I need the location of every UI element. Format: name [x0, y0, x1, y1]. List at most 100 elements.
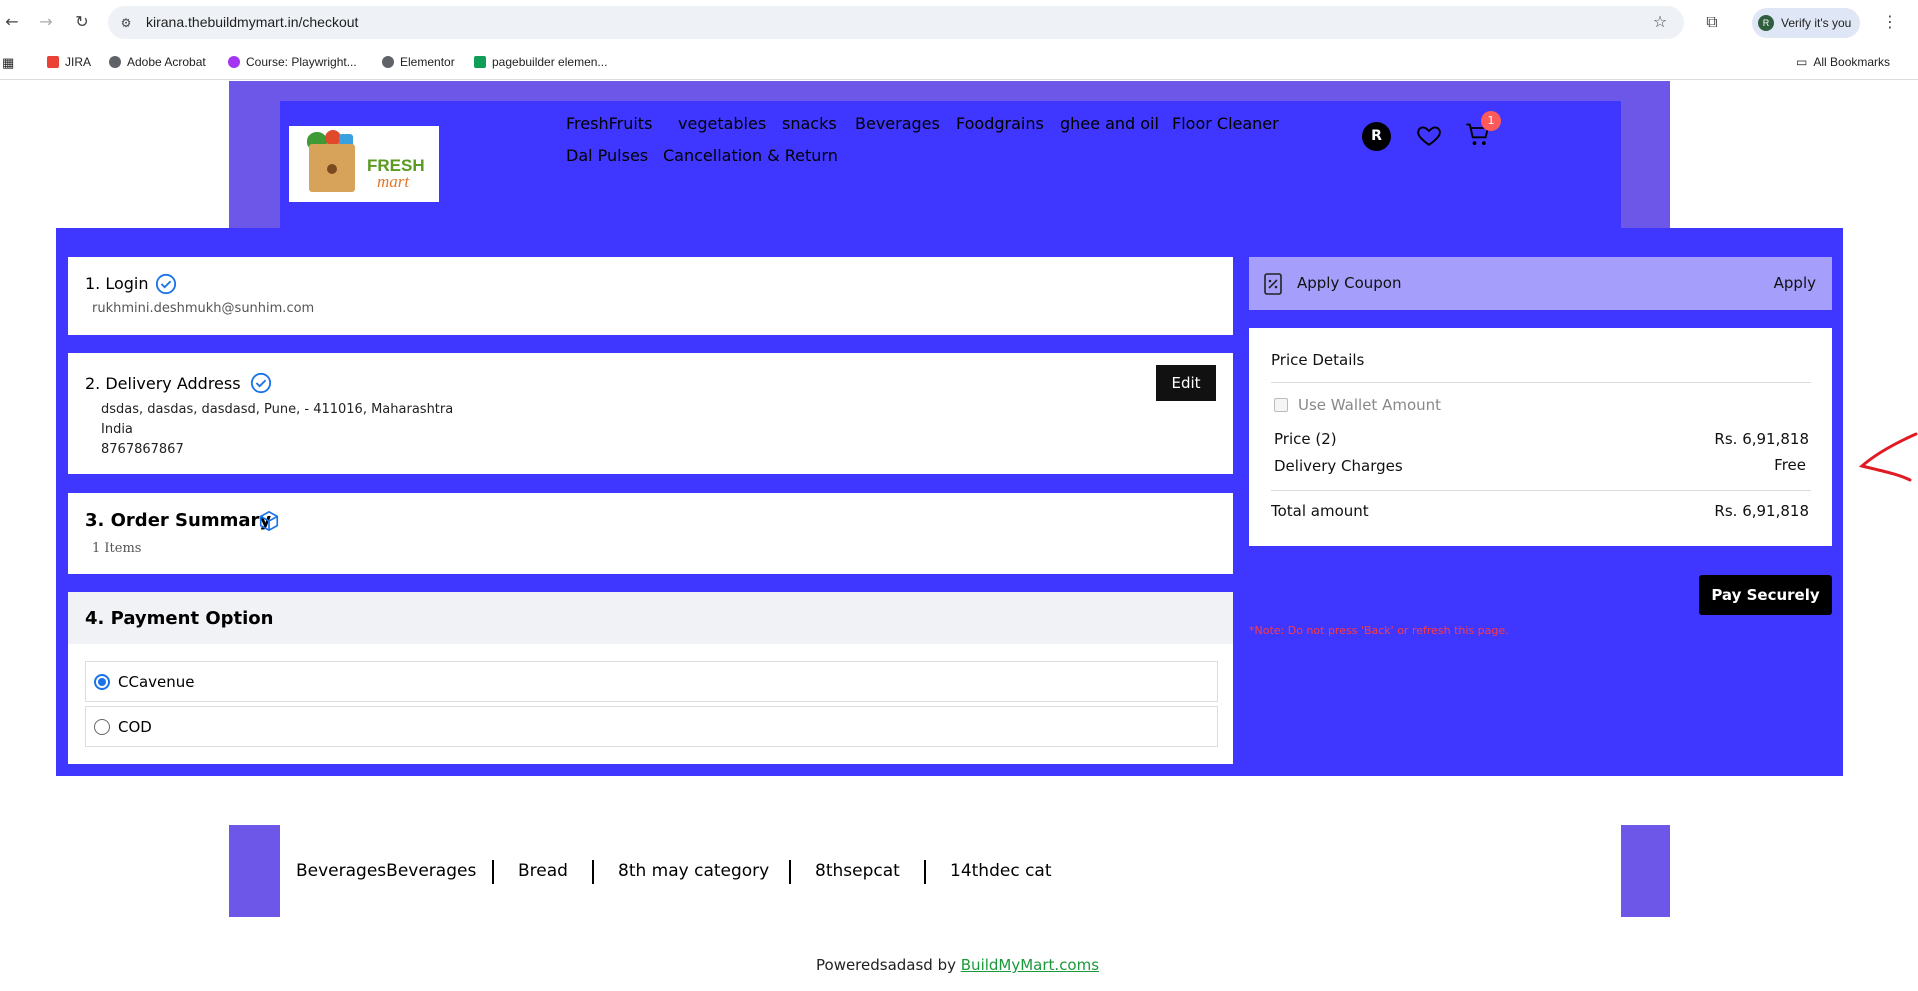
- footer-link-8thsepcat[interactable]: 8thsepcat: [815, 861, 900, 881]
- footer-link-beverages[interactable]: BeveragesBeverages: [296, 861, 476, 881]
- annotation-arrow-icon: [1858, 432, 1918, 482]
- logo-word-mart: mart: [377, 172, 410, 191]
- payment-warning-note: *Note: Do not press 'Back' or refresh th…: [1249, 624, 1509, 637]
- cart-count-badge: 1: [1481, 111, 1501, 131]
- footer-link-bread[interactable]: Bread: [518, 861, 568, 881]
- price-divider-top: [1271, 382, 1811, 383]
- wishlist-heart-icon[interactable]: [1416, 122, 1442, 148]
- bookmark-jira[interactable]: JIRA: [47, 55, 91, 69]
- cod-radio[interactable]: [94, 719, 110, 735]
- footer-separator: [492, 860, 494, 884]
- price-value: Rs. 6,91,818: [1714, 430, 1809, 448]
- login-check-icon: [155, 273, 177, 295]
- powered-by-prefix: Poweredsadasd by: [816, 956, 961, 974]
- nav-dal-pulses[interactable]: Dal Pulses: [566, 146, 648, 165]
- browser-menu-icon[interactable]: ⋮: [1880, 12, 1900, 32]
- price-label: Price (2): [1274, 430, 1337, 448]
- footer-separator: [924, 860, 926, 884]
- address-line-2: India: [101, 422, 133, 437]
- ccavenue-radio[interactable]: [94, 674, 110, 690]
- order-summary-title: 3. Order Summary: [85, 510, 272, 531]
- bookmark-adobe-acrobat[interactable]: Adobe Acrobat: [109, 55, 206, 69]
- package-box-icon: [259, 510, 279, 532]
- nav-freshfruits[interactable]: FreshFruits: [566, 114, 652, 133]
- bookmark-elementor[interactable]: Elementor: [382, 55, 455, 69]
- all-bookmarks-label: All Bookmarks: [1813, 55, 1891, 69]
- apply-coupon-link[interactable]: Apply: [1774, 274, 1816, 292]
- bookmark-star-icon[interactable]: ☆: [1650, 12, 1670, 32]
- price-details-card: Price Details Use Wallet Amount Price (2…: [1249, 328, 1832, 546]
- pay-securely-button[interactable]: Pay Securely: [1699, 575, 1832, 615]
- bookmark-label: JIRA: [65, 55, 92, 69]
- globe-icon: [382, 56, 394, 68]
- footer-separator: [592, 860, 594, 884]
- apps-grid-icon[interactable]: ▦: [2, 55, 14, 71]
- footer-separator: [789, 860, 791, 884]
- payment-option-cod[interactable]: COD: [85, 706, 1218, 747]
- folder-icon: ▭: [1796, 55, 1808, 69]
- all-bookmarks[interactable]: ▭ All Bookmarks: [1796, 55, 1890, 69]
- extensions-icon[interactable]: ⧉: [1702, 12, 1722, 32]
- price-divider-bottom: [1271, 490, 1811, 491]
- nav-foodgrains[interactable]: Foodgrains: [956, 114, 1044, 133]
- forward-icon[interactable]: →: [36, 12, 56, 32]
- total-amount-label: Total amount: [1271, 502, 1369, 520]
- site-info-icon[interactable]: ⚙: [116, 13, 136, 33]
- bookmark-course-playwright[interactable]: Course: Playwright...: [228, 55, 357, 69]
- profile-avatar: R: [1758, 15, 1774, 31]
- edit-address-button[interactable]: Edit: [1156, 365, 1216, 401]
- url-text[interactable]: kirana.thebuildmymart.in/checkout: [146, 14, 358, 30]
- login-title: 1. Login: [85, 274, 149, 293]
- globe-icon: [109, 56, 121, 68]
- bookmark-label: pagebuilder elemen...: [492, 55, 608, 69]
- login-email: rukhmini.deshmukh@sunhim.com: [92, 301, 315, 316]
- udemy-icon: [228, 56, 240, 68]
- payment-option-ccavenue[interactable]: CCavenue: [85, 661, 1218, 702]
- order-summary-card[interactable]: [68, 493, 1233, 574]
- gmail-icon: [47, 56, 59, 68]
- total-amount-value: Rs. 6,91,818: [1714, 502, 1809, 520]
- nav-snacks[interactable]: snacks: [782, 114, 837, 133]
- back-icon[interactable]: ←: [2, 12, 22, 32]
- bookmark-label: Adobe Acrobat: [127, 55, 206, 69]
- site-logo[interactable]: FRESH mart: [289, 126, 439, 202]
- footer-link-14thdec-cat[interactable]: 14thdec cat: [950, 861, 1052, 881]
- bookmark-label: Course: Playwright...: [246, 55, 357, 69]
- footer-link-8th-may-category[interactable]: 8th may category: [618, 861, 769, 881]
- address-line-1: dsdas, dasdas, dasdasd, Pune, - 411016, …: [101, 402, 454, 417]
- bookmark-label: Elementor: [400, 55, 455, 69]
- cod-label: COD: [118, 718, 152, 736]
- delivery-charges-label: Delivery Charges: [1274, 457, 1403, 475]
- delivery-charges-value: Free: [1774, 456, 1806, 474]
- nav-cancellation-return[interactable]: Cancellation & Return: [663, 146, 838, 165]
- bookmarks-bar: ▦ JIRA Adobe Acrobat Course: Playwright.…: [0, 46, 1918, 80]
- login-card: [68, 257, 1233, 335]
- powered-by: Poweredsadasd by BuildMyMart.coms: [816, 956, 1099, 974]
- payment-title: 4. Payment Option: [85, 608, 274, 629]
- browser-toolbar: ← → ↻ ⚙ kirana.thebuildmymart.in/checkou…: [0, 0, 1918, 45]
- price-details-title: Price Details: [1271, 351, 1365, 369]
- profile-verify-button[interactable]: R Verify it's you: [1752, 8, 1860, 38]
- buildmymart-link[interactable]: BuildMyMart.coms: [961, 956, 1099, 974]
- nav-ghee-and-oil[interactable]: ghee and oil: [1060, 114, 1159, 133]
- wallet-label: Use Wallet Amount: [1298, 396, 1442, 414]
- site-header: [280, 101, 1621, 228]
- footer-frame-left: [229, 825, 280, 917]
- coupon-ticket-icon: [1264, 273, 1282, 295]
- reload-icon[interactable]: ↻: [72, 12, 92, 32]
- account-avatar[interactable]: R: [1362, 122, 1391, 151]
- apply-coupon-bar[interactable]: Apply Coupon Apply: [1249, 257, 1832, 310]
- nav-vegetables[interactable]: vegetables: [678, 114, 766, 133]
- nav-beverages[interactable]: Beverages: [855, 114, 940, 133]
- order-item-count: 1 Items: [92, 541, 142, 556]
- sheets-icon: [474, 56, 486, 68]
- wallet-checkbox[interactable]: [1274, 398, 1288, 412]
- nav-floor-cleaner[interactable]: Floor Cleaner: [1172, 114, 1279, 133]
- logo-dot: [327, 164, 337, 174]
- ccavenue-label: CCavenue: [118, 673, 195, 691]
- verify-label: Verify it's you: [1781, 16, 1852, 30]
- delivery-check-icon: [250, 372, 272, 394]
- apply-coupon-label: Apply Coupon: [1297, 274, 1402, 292]
- footer-frame-right: [1621, 825, 1670, 917]
- bookmark-pagebuilder[interactable]: pagebuilder elemen...: [474, 55, 607, 69]
